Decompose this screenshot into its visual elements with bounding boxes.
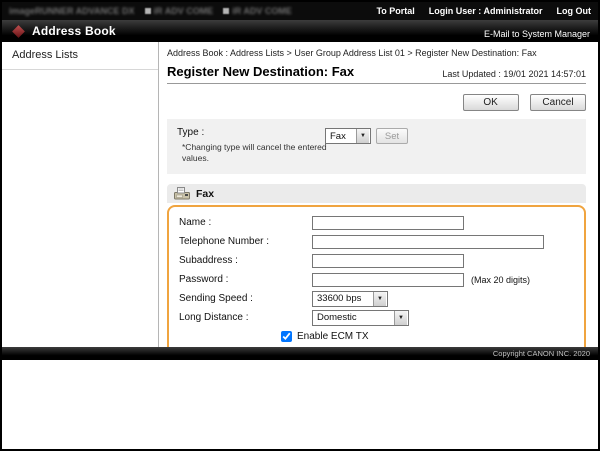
bottom-whitespace [2, 360, 598, 449]
password-input[interactable] [312, 273, 464, 287]
main-panel: Address Book : Address Lists > User Grou… [159, 42, 598, 347]
ecm-checkbox-group: Enable ECM TX [281, 331, 369, 342]
cancel-button[interactable]: Cancel [530, 94, 586, 111]
form-row-subaddress: Subaddress : [179, 251, 574, 270]
fax-machine-icon [174, 187, 190, 200]
long-distance-select[interactable]: Domestic ▼ [312, 310, 409, 326]
chevron-down-icon: ▼ [356, 129, 369, 143]
type-change-note: *Changing type will cancel the entered v… [182, 142, 332, 164]
type-section: Type : *Changing type will cancel the en… [167, 119, 586, 174]
device-icon [223, 8, 229, 14]
password-label: Password : [179, 274, 312, 285]
long-distance-label: Long Distance : [179, 312, 312, 323]
form-row-long-distance: Long Distance : Domestic ▼ [179, 308, 574, 327]
chevron-down-icon: ▼ [394, 311, 407, 325]
last-updated-text: Last Updated : 19/01 2021 14:57:01 [442, 69, 586, 79]
content-area: Address Lists Address Book : Address Lis… [2, 42, 598, 347]
sending-speed-value: 33600 bps [313, 293, 373, 304]
name-label: Name : [179, 217, 312, 228]
fax-section-header: Fax [167, 184, 586, 203]
device-model-text: imageRUNNER ADVANCE DX [9, 6, 135, 16]
action-button-row: OK Cancel [167, 92, 586, 111]
app-title: Address Book [32, 24, 116, 38]
fax-section-title: Fax [196, 188, 214, 200]
device-info-1: iR ADV COME [154, 6, 214, 16]
set-button[interactable]: Set [376, 128, 408, 144]
password-max-digits-note: (Max 20 digits) [471, 275, 530, 285]
app-bar: Address Book E-Mail to System Manager [2, 20, 598, 42]
type-labels: Type : *Changing type will cancel the en… [177, 127, 325, 164]
form-row-sending-speed: Sending Speed : 33600 bps ▼ [179, 289, 574, 308]
login-user-label: Login User : Administrator [429, 6, 543, 16]
subaddress-label: Subaddress : [179, 255, 312, 266]
ok-button[interactable]: OK [463, 94, 519, 111]
chevron-down-icon: ▼ [373, 292, 386, 306]
login-user-name: Administrator [483, 6, 542, 16]
form-row-name: Name : [179, 213, 574, 232]
device-status-bar: imageRUNNER ADVANCE DX iR ADV COME iR AD… [2, 2, 598, 20]
page-title: Register New Destination: Fax [167, 64, 354, 79]
email-to-system-manager-link[interactable]: E-Mail to System Manager [484, 29, 590, 39]
copyright-text: Copyright CANON INC. 2020 [493, 349, 590, 358]
footer-bar: Copyright CANON INC. 2020 [2, 347, 598, 360]
type-controls: Fax ▼ Set [325, 128, 408, 144]
telephone-number-label: Telephone Number : [179, 236, 312, 247]
type-label: Type : [177, 127, 325, 138]
remote-ui-page: imageRUNNER ADVANCE DX iR ADV COME iR AD… [0, 0, 600, 451]
form-row-password: Password : (Max 20 digits) [179, 270, 574, 289]
telephone-number-input[interactable] [312, 235, 544, 249]
sending-speed-select[interactable]: 33600 bps ▼ [312, 291, 388, 307]
sidebar-item-address-lists[interactable]: Address Lists [2, 42, 158, 70]
type-select-value: Fax [326, 131, 356, 142]
log-out-link[interactable]: Log Out [557, 6, 592, 16]
title-row: Register New Destination: Fax Last Updat… [167, 64, 586, 84]
login-label: Login User : [429, 6, 482, 16]
subaddress-input[interactable] [312, 254, 464, 268]
type-select[interactable]: Fax ▼ [325, 128, 371, 144]
enable-ecm-tx-checkbox[interactable] [281, 331, 292, 342]
sending-speed-label: Sending Speed : [179, 293, 312, 304]
fax-form: Name : Telephone Number : Subaddress : P… [167, 205, 586, 347]
form-row-telephone: Telephone Number : [179, 232, 574, 251]
app-logo-diamond-icon [12, 25, 25, 38]
sidebar: Address Lists [2, 42, 159, 347]
device-info-2: iR ADV COME [232, 6, 292, 16]
long-distance-value: Domestic [313, 312, 394, 323]
to-portal-link[interactable]: To Portal [376, 6, 414, 16]
device-icon [145, 8, 151, 14]
name-input[interactable] [312, 216, 464, 230]
breadcrumb[interactable]: Address Book : Address Lists > User Grou… [167, 48, 586, 58]
enable-ecm-tx-label: Enable ECM TX [297, 331, 369, 342]
form-row-ecm: Enable ECM TX [179, 327, 574, 346]
